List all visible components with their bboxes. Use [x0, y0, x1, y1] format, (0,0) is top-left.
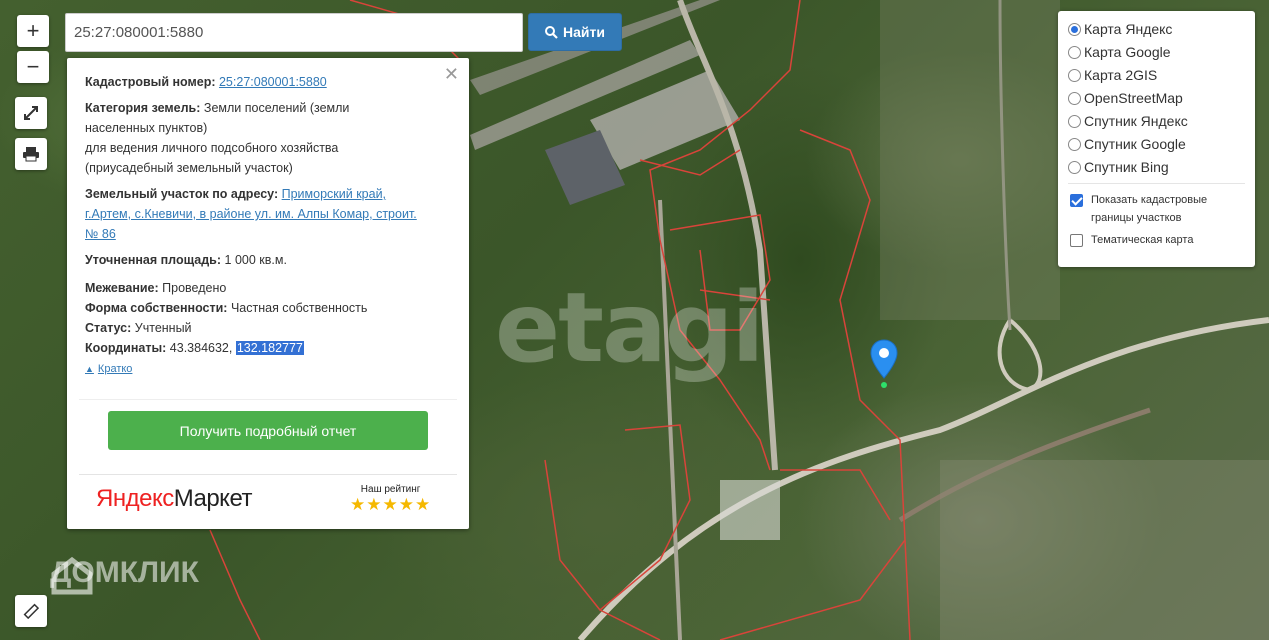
- category-value-3: для ведения личного подсобного хозяйства: [85, 141, 339, 155]
- coords-label: Координаты:: [85, 341, 167, 355]
- collapse-link[interactable]: ▲ Кратко: [85, 359, 132, 379]
- collapse-link-label: Кратко: [97, 363, 133, 375]
- radio-button[interactable]: [1068, 91, 1081, 105]
- divider: [1068, 183, 1245, 184]
- coords-lon[interactable]: 132.182777: [235, 341, 304, 355]
- print-button[interactable]: [15, 138, 47, 170]
- address-label: Земельный участок по адресу:: [85, 187, 279, 201]
- status-value: Учтенный: [134, 321, 192, 335]
- layer-label: Карта Google: [1084, 44, 1171, 60]
- parcel-info-popup: ✕ Кадастровый номер: 25:27:080001:5880 К…: [67, 58, 469, 529]
- layer-label: Карта Яндекс: [1084, 21, 1173, 37]
- status-label: Статус:: [85, 321, 132, 335]
- zoom-in-label: +: [26, 18, 40, 43]
- thematic-label: Тематическая карта: [1091, 234, 1194, 246]
- ym-brand-1: Яндекс: [96, 485, 174, 512]
- address-link-1[interactable]: Приморский край,: [282, 187, 386, 201]
- ruler-button[interactable]: [15, 595, 47, 627]
- domclick-watermark: ДОМКЛИК: [50, 556, 199, 595]
- search-input[interactable]: [65, 13, 523, 52]
- layer-label: Спутник Google: [1084, 136, 1186, 152]
- radio-button[interactable]: [1068, 68, 1081, 82]
- layer-label: Карта 2GIS: [1084, 67, 1158, 83]
- layer-option-yandex-satellite[interactable]: Спутник Яндекс: [1068, 111, 1188, 131]
- zoom-out-label: −: [26, 54, 40, 79]
- detailed-report-button[interactable]: Получить подробный отчет: [108, 411, 428, 450]
- radio-button[interactable]: [1068, 160, 1081, 174]
- ruler-icon: [23, 603, 39, 619]
- layer-option-yandex-map[interactable]: Карта Яндекс: [1068, 19, 1172, 39]
- show-borders-toggle[interactable]: Показать кадастровые границы участков: [1070, 191, 1207, 227]
- fullscreen-button[interactable]: [15, 97, 47, 129]
- thematic-map-toggle[interactable]: Тематическая карта: [1070, 231, 1193, 249]
- category-value-4: (приусадебный земельный участок): [85, 161, 293, 175]
- rating-label: Наш рейтинг: [360, 484, 421, 495]
- category-value-2: населенных пунктов): [85, 121, 208, 135]
- checkbox[interactable]: [1070, 234, 1083, 247]
- expand-icon: [24, 106, 38, 120]
- cadastral-link[interactable]: 25:27:080001:5880: [219, 75, 327, 89]
- layer-label: Спутник Яндекс: [1084, 113, 1188, 129]
- ownership-label: Форма собственности:: [85, 301, 228, 315]
- ym-brand-2: Маркет: [173, 485, 253, 512]
- survey-label: Межевание:: [85, 281, 159, 295]
- address-link-2[interactable]: г.Артем, с.Кневичи, в районе ул. им. Алп…: [85, 207, 417, 221]
- radio-button[interactable]: [1068, 22, 1081, 36]
- search-button-label: Найти: [563, 24, 605, 40]
- zoom-in-button[interactable]: +: [17, 15, 49, 47]
- layer-option-osm[interactable]: OpenStreetMap: [1068, 88, 1183, 108]
- rating-widget[interactable]: Наш рейтинг ★★★★★: [350, 484, 431, 515]
- radio-button[interactable]: [1068, 114, 1081, 128]
- category-label: Категория земель:: [85, 101, 201, 115]
- location-pin-icon[interactable]: [869, 338, 899, 390]
- etagi-watermark: etagi: [495, 272, 764, 384]
- radio-button[interactable]: [1068, 137, 1081, 151]
- area-label: Уточненная площадь:: [85, 253, 222, 267]
- search-button[interactable]: Найти: [528, 13, 622, 51]
- domclick-logo-icon: [51, 556, 93, 595]
- rating-stars: ★★★★★: [350, 495, 432, 514]
- zoom-out-button[interactable]: −: [17, 51, 49, 83]
- layer-label: OpenStreetMap: [1084, 90, 1183, 106]
- cadastral-label: Кадастровый номер:: [85, 75, 216, 89]
- caret-up-icon: ▲: [85, 364, 94, 374]
- printer-icon: [23, 147, 39, 162]
- layer-option-2gis-map[interactable]: Карта 2GIS: [1068, 65, 1157, 85]
- radio-button[interactable]: [1068, 45, 1081, 59]
- ownership-value: Частная собственность: [230, 301, 368, 315]
- yandex-market-logo[interactable]: ЯндексМаркет: [96, 485, 253, 513]
- survey-value: Проведено: [162, 281, 227, 295]
- address-link-3[interactable]: № 86: [85, 227, 116, 241]
- category-value-1: Земли поселений (земли: [203, 101, 350, 115]
- area-value: 1 000 кв.м.: [224, 253, 287, 267]
- divider: [79, 399, 457, 400]
- show-borders-label-2: границы участков: [1091, 212, 1182, 224]
- checkbox[interactable]: [1070, 194, 1083, 207]
- show-borders-label-1: Показать кадастровые: [1091, 194, 1208, 206]
- layer-option-bing-satellite[interactable]: Спутник Bing: [1068, 157, 1169, 177]
- divider: [79, 474, 457, 475]
- layer-option-google-satellite[interactable]: Спутник Google: [1068, 134, 1186, 154]
- layer-option-google-map[interactable]: Карта Google: [1068, 42, 1171, 62]
- search-icon: [545, 25, 558, 39]
- coords-lat: 43.384632,: [169, 341, 233, 355]
- layer-label: Спутник Bing: [1084, 159, 1169, 175]
- map-layer-panel: Карта Яндекс Карта Google Карта 2GIS Ope…: [1058, 11, 1255, 267]
